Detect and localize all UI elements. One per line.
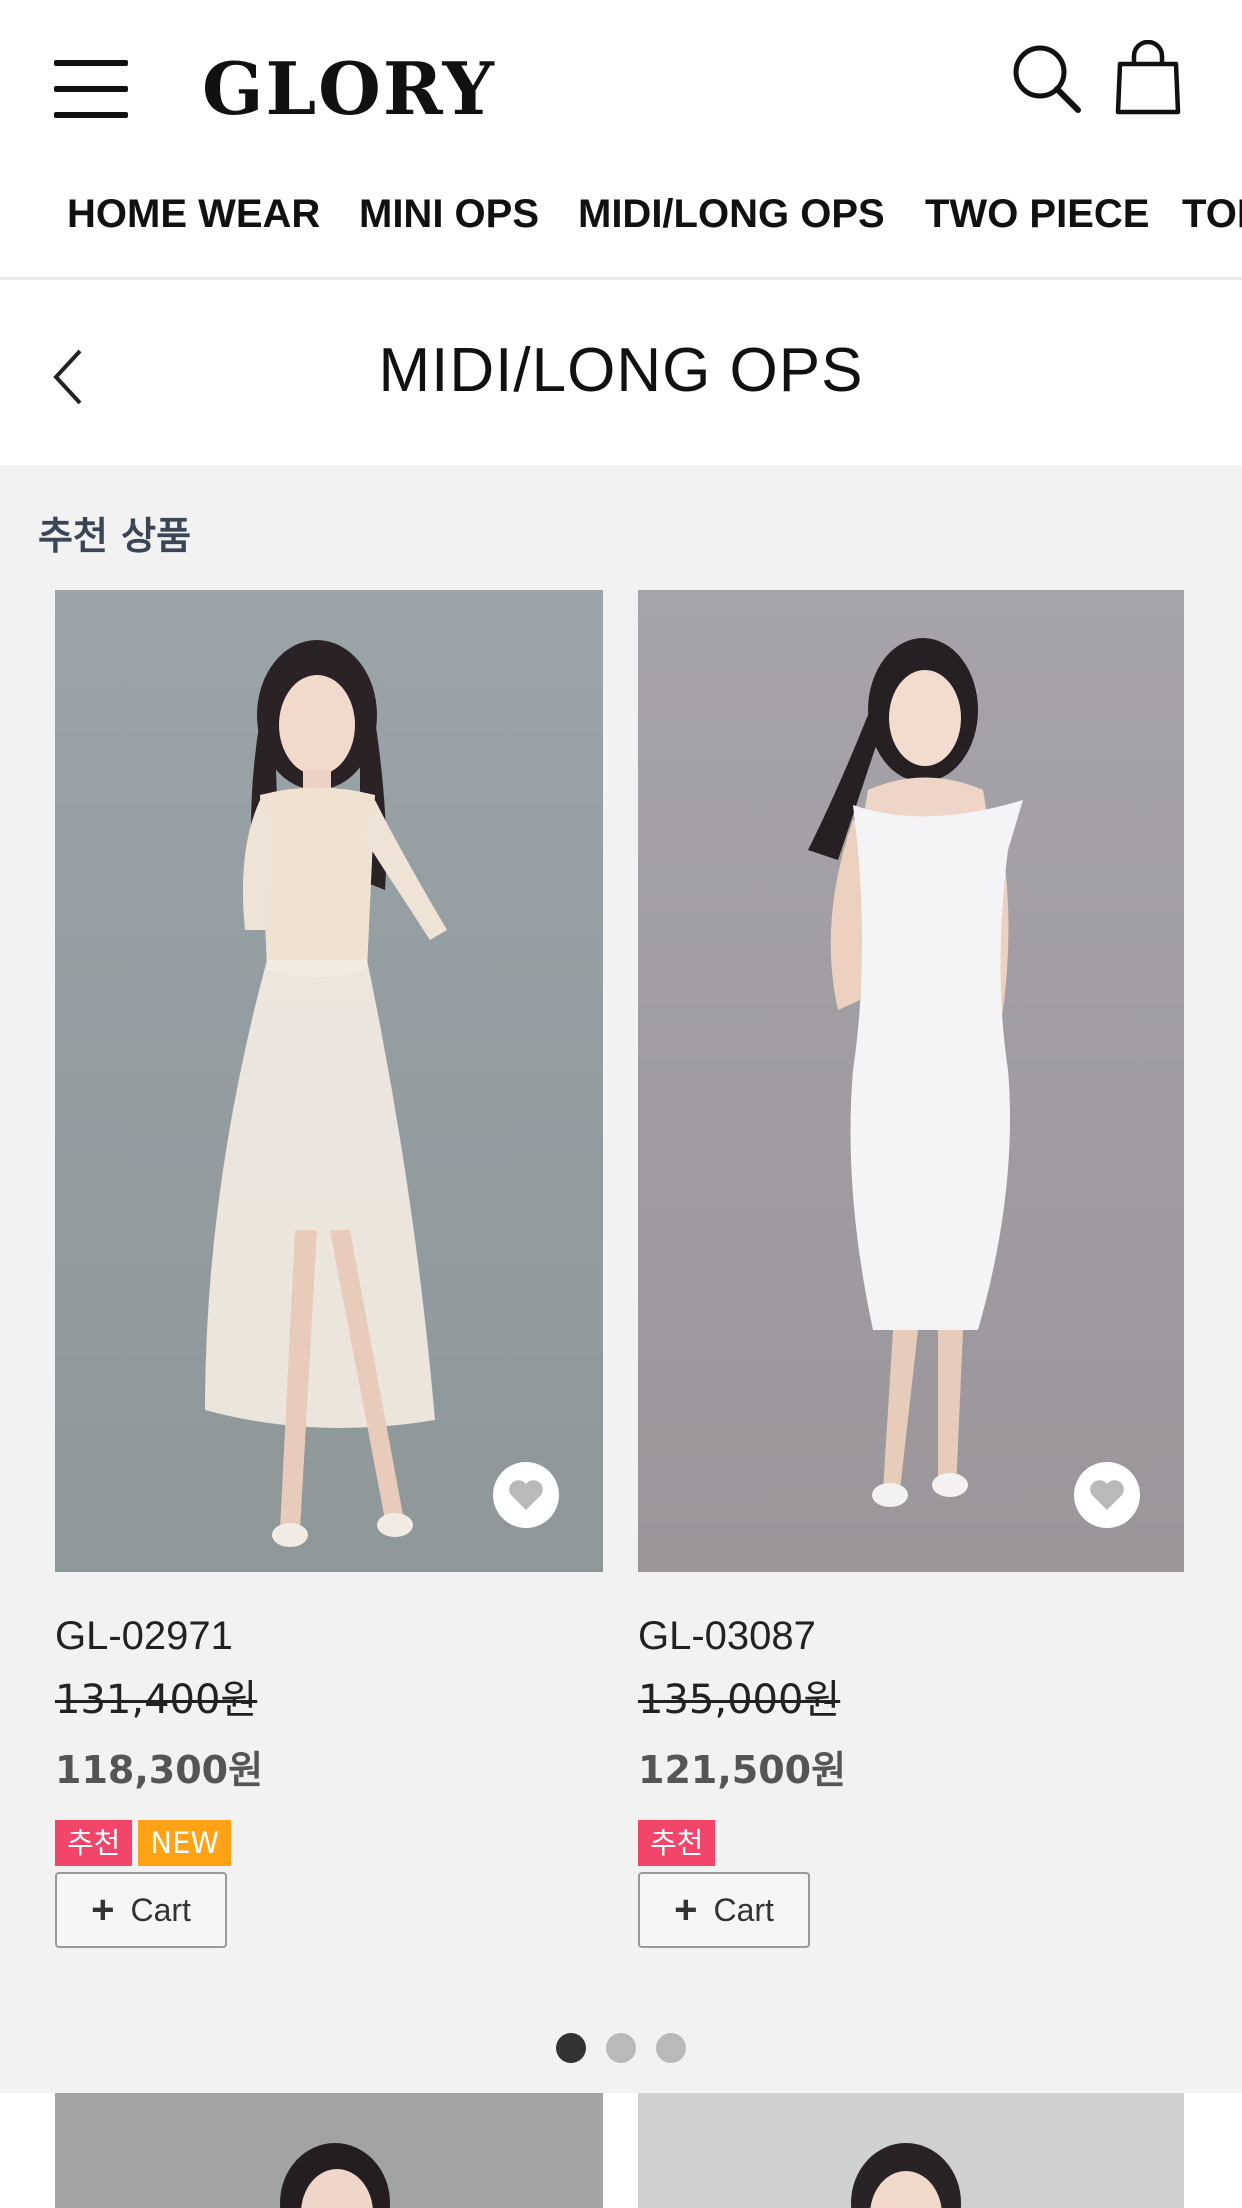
pagination-dot-2[interactable] (606, 2033, 636, 2063)
page-title-bar: MIDI/LONG OPS (0, 283, 1242, 465)
product-image[interactable] (55, 590, 603, 1572)
badge-group: 추천 NEW (55, 1820, 603, 1866)
cart-button-label: Cart (713, 1891, 774, 1928)
category-home-wear[interactable]: HOME WEAR (67, 192, 320, 237)
sale-price: 121,500원 (638, 1748, 847, 1792)
add-to-cart-button[interactable]: + Cart (55, 1872, 227, 1948)
product-code[interactable]: GL-02971 (55, 1614, 603, 1659)
category-midi-long-ops[interactable]: MIDI/LONG OPS (578, 192, 885, 237)
pagination-dot-3[interactable] (656, 2033, 686, 2063)
section-heading: 추천 상품 (38, 514, 192, 558)
category-two-piece[interactable]: TWO PIECE (925, 192, 1149, 237)
product-code[interactable]: GL-03087 (638, 1614, 1184, 1659)
plus-icon: + (91, 1888, 115, 1932)
product-card: GL-02971 131,400원 118,300원 추천 NEW + Cart (55, 590, 603, 1948)
recommended-section: 추천 상품 GL-02971 131,400원 118,300원 추천 NEW … (0, 465, 1242, 2093)
category-mini-ops[interactable]: MINI OPS (359, 192, 539, 237)
badge-recommended: 추천 (638, 1820, 716, 1866)
hamburger-menu-icon[interactable] (54, 60, 128, 120)
add-to-cart-button[interactable]: + Cart (638, 1872, 810, 1948)
sale-price: 118,300원 (55, 1748, 264, 1792)
category-nav: HOME WEAR MINI OPS MIDI/LONG OPS TWO PIE… (0, 170, 1242, 280)
product-image[interactable] (55, 2093, 603, 2208)
heart-icon[interactable] (1074, 1462, 1140, 1528)
product-image[interactable] (638, 590, 1184, 1572)
original-price: 131,400원 (55, 1677, 258, 1723)
search-icon[interactable] (1010, 42, 1082, 114)
product-card: GL-03087 135,000원 121,500원 추천 + Cart (638, 590, 1184, 1948)
badge-group: 추천 (638, 1820, 1184, 1866)
plus-icon: + (674, 1888, 698, 1932)
carousel-pagination (0, 2033, 1242, 2063)
page-title: MIDI/LONG OPS (378, 336, 864, 405)
product-image[interactable] (638, 2093, 1184, 2208)
cart-button-label: Cart (130, 1891, 191, 1928)
app-header: GLORY (0, 0, 1242, 170)
category-top[interactable]: TOP (1182, 192, 1242, 237)
badge-recommended: 추천 (55, 1820, 133, 1866)
original-price: 135,000원 (638, 1677, 841, 1723)
badge-new: NEW (138, 1820, 232, 1866)
shopping-bag-icon[interactable] (1114, 39, 1182, 116)
heart-icon[interactable] (493, 1462, 559, 1528)
brand-logo[interactable]: GLORY (202, 46, 496, 131)
pagination-dot-1[interactable] (556, 2033, 586, 2063)
